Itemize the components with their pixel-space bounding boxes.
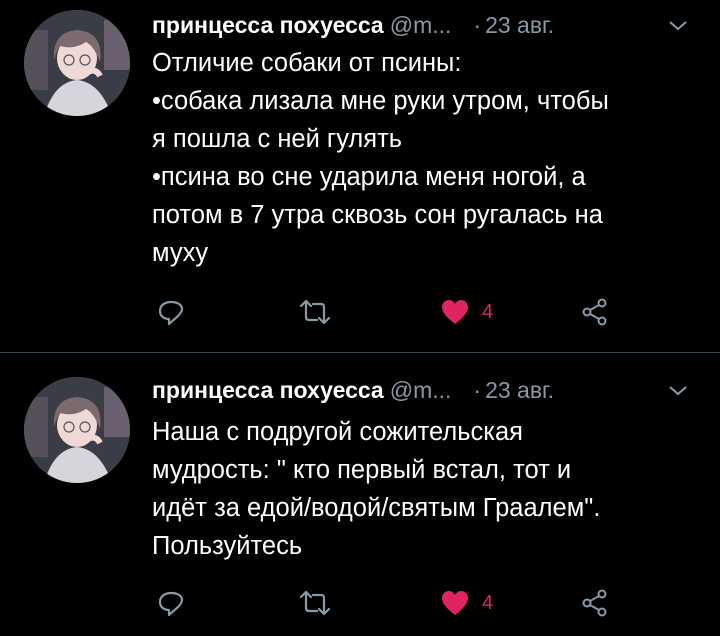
tweet-line: •собака лизала мне руки утром, чтобы: [152, 87, 609, 115]
tweet-line: муху: [152, 239, 209, 267]
tweet-line: Наша с подругой сожительская: [152, 418, 523, 446]
author-name[interactable]: принцесса похуесса: [152, 377, 384, 403]
avatar[interactable]: [24, 10, 130, 116]
share-icon: [582, 589, 607, 617]
tweet-line: Пользуйтесь: [152, 532, 303, 560]
tweet-actions: 4: [152, 583, 672, 623]
tweet-text: Наша с подругой сожительская мудрость: "…: [152, 413, 707, 565]
like-count: 4: [482, 591, 494, 614]
chevron-down-icon[interactable]: [666, 379, 690, 403]
tweet-line: потом в 7 утра сквозь сон ругалась на: [152, 201, 603, 229]
tweet-line: •псина во сне ударила меня ногой, а: [152, 163, 586, 191]
tweet-line: идёт за едой/водой/святым Граалем".: [152, 494, 601, 522]
tweet[interactable]: принцесса похуесса @m... · 23 авг. Отличие …: [0, 0, 720, 352]
author-name[interactable]: принцесса похуесса: [152, 12, 384, 38]
retweet-button[interactable]: [298, 292, 332, 332]
tweet-header: принцесса похуесса @m... · 23 авг.: [152, 375, 702, 409]
tweet-line: Отличие собаки от псины:: [152, 49, 462, 77]
retweet-icon: [299, 590, 331, 616]
retweet-button[interactable]: [298, 583, 332, 623]
tweet-header: принцесса похуесса @m... · 23 авг.: [152, 10, 702, 44]
tweet-date[interactable]: 23 авг.: [485, 12, 554, 38]
reply-icon: [158, 591, 184, 617]
like-count: 4: [482, 300, 494, 323]
like-button[interactable]: 4: [440, 583, 493, 623]
separator-dot: ·: [473, 12, 482, 38]
share-button[interactable]: [580, 292, 610, 332]
tweet[interactable]: принцесса похуесса @m... · 23 авг. Наша с п…: [0, 353, 720, 636]
separator-dot: ·: [473, 377, 482, 403]
tweet-line: мудрость: " кто первый встал, тот и: [152, 456, 572, 484]
tweet-date[interactable]: 23 авг.: [485, 377, 554, 403]
reply-icon: [158, 300, 184, 326]
share-icon: [582, 298, 607, 326]
retweet-icon: [299, 299, 331, 325]
tweet-actions: 4: [152, 292, 672, 332]
heart-icon: [442, 300, 468, 324]
tweet-line: я пошла с ней гулять: [152, 125, 403, 153]
chevron-down-icon[interactable]: [666, 14, 690, 38]
tweet-text: Отличие собаки от псины: •собака лизала …: [152, 44, 707, 272]
heart-icon: [442, 591, 468, 615]
reply-button[interactable]: [156, 292, 186, 332]
share-button[interactable]: [580, 583, 610, 623]
like-button[interactable]: 4: [440, 292, 493, 332]
author-handle[interactable]: @m...: [390, 377, 452, 403]
avatar[interactable]: [24, 377, 130, 483]
author-handle[interactable]: @m...: [390, 12, 452, 38]
reply-button[interactable]: [156, 583, 186, 623]
